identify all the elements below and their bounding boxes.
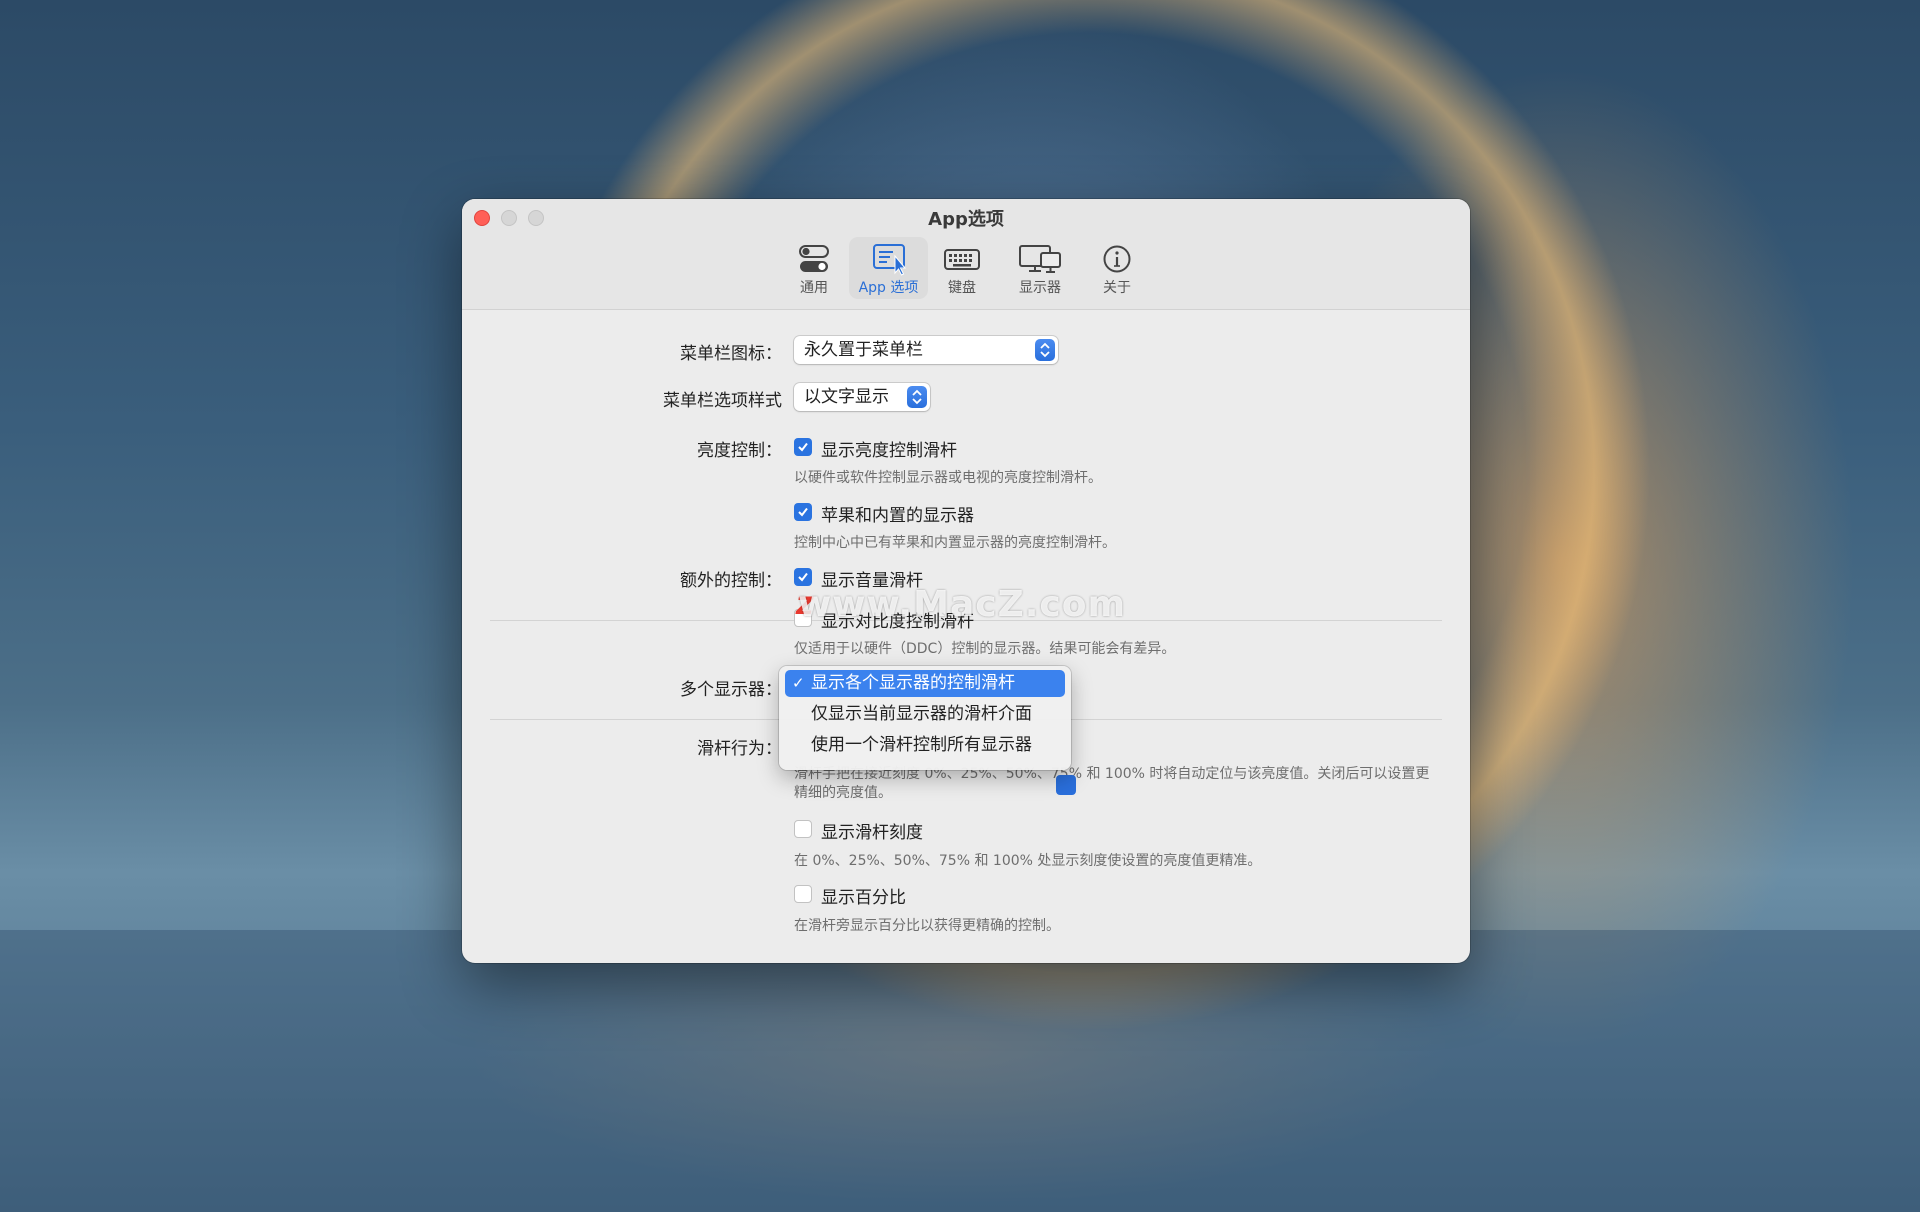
tab-about[interactable]: 关于 bbox=[1084, 237, 1150, 299]
extra-controls-label: 额外的控制： bbox=[680, 571, 782, 591]
menu-item-each-display[interactable]: ✓ 显示各个显示器的控制滑杆 bbox=[785, 670, 1065, 697]
menubar-icon-value: 永久置于菜单栏 bbox=[804, 340, 923, 360]
preferences-toolbar: 通用 App 选项 键盘 显示器 关于 bbox=[462, 237, 1470, 303]
menu-item-single-slider[interactable]: 使用一个滑杆控制所有显示器 bbox=[785, 732, 1065, 759]
show-contrast-slider-desc: 仅适用于以硬件（DDC）控制的显示器。结果可能会有差异。 bbox=[794, 641, 1176, 657]
menu-item-single-slider-label: 使用一个滑杆控制所有显示器 bbox=[811, 735, 1032, 755]
show-brightness-slider-desc: 以硬件或软件控制显示器或电视的亮度控制滑杆。 bbox=[794, 470, 1102, 486]
multi-display-popup-stepper[interactable] bbox=[1056, 775, 1076, 795]
tab-keyboard[interactable]: 键盘 bbox=[929, 237, 995, 299]
settings-content: 菜单栏图标： 永久置于菜单栏 菜单栏选项样式 以文字显示 亮度控制： 显示亮度控… bbox=[462, 310, 1470, 963]
tab-app-options[interactable]: App 选项 bbox=[849, 237, 928, 299]
window-title: App选项 bbox=[928, 209, 1004, 230]
tab-app-options-label: App 选项 bbox=[858, 280, 919, 296]
slider-snap-desc: 滑杆手把在接近刻度 0%、25%、50%、75% 和 100% 时将自动定位与该… bbox=[794, 766, 1430, 801]
popup-stepper-icon bbox=[907, 386, 927, 408]
menu-item-current-display-label: 仅显示当前显示器的滑杆介面 bbox=[811, 704, 1032, 724]
menubar-icon-label: 菜单栏图标： bbox=[680, 344, 782, 364]
checkmark-icon: ✓ bbox=[792, 674, 805, 692]
apple-builtin-label: 苹果和内置的显示器 bbox=[821, 506, 974, 526]
app-options-window: App选项 通用 App 选项 键盘 显示器 关于 菜单栏图标： 永久置于菜单栏… bbox=[462, 199, 1470, 963]
show-slider-ticks-label: 显示滑杆刻度 bbox=[821, 823, 923, 843]
show-slider-ticks-checkbox[interactable] bbox=[794, 820, 812, 838]
tab-about-label: 关于 bbox=[1103, 280, 1131, 296]
menu-item-current-display[interactable]: 仅显示当前显示器的滑杆介面 bbox=[785, 701, 1065, 728]
app-options-icon bbox=[872, 244, 906, 276]
tab-displays[interactable]: 显示器 bbox=[1003, 237, 1077, 299]
show-percentage-desc: 在滑杆旁显示百分比以获得更精确的控制。 bbox=[794, 918, 1060, 934]
info-icon bbox=[1103, 245, 1131, 273]
slider-behavior-label: 滑杆行为： bbox=[697, 739, 782, 759]
brightness-label: 亮度控制： bbox=[697, 441, 782, 461]
title-bar: App选项 通用 App 选项 键盘 显示器 关于 bbox=[462, 199, 1470, 310]
apple-builtin-checkbox[interactable] bbox=[794, 503, 812, 521]
tab-keyboard-label: 键盘 bbox=[948, 280, 976, 296]
menubar-style-label: 菜单栏选项样式 bbox=[663, 391, 782, 411]
watermark-text: www.MacZ.com bbox=[798, 584, 1126, 625]
apple-builtin-desc: 控制中心中已有苹果和内置显示器的亮度控制滑杆。 bbox=[794, 535, 1116, 551]
show-brightness-slider-label: 显示亮度控制滑杆 bbox=[821, 441, 957, 461]
menubar-style-popup[interactable]: 以文字显示 bbox=[794, 383, 930, 411]
show-percentage-checkbox[interactable] bbox=[794, 885, 812, 903]
keyboard-icon bbox=[944, 249, 980, 270]
tab-general-label: 通用 bbox=[800, 280, 828, 296]
show-percentage-label: 显示百分比 bbox=[821, 888, 906, 908]
displays-icon bbox=[1019, 245, 1061, 273]
toggle-switches-icon bbox=[799, 245, 829, 272]
show-slider-ticks-desc: 在 0%、25%、50%、75% 和 100% 处显示刻度使设置的亮度值更精准。 bbox=[794, 853, 1262, 869]
multi-display-menu: ✓ 显示各个显示器的控制滑杆 仅显示当前显示器的滑杆介面 使用一个滑杆控制所有显… bbox=[779, 666, 1071, 770]
popup-stepper-icon bbox=[1035, 339, 1055, 361]
menubar-icon-popup[interactable]: 永久置于菜单栏 bbox=[794, 336, 1058, 364]
tab-displays-label: 显示器 bbox=[1019, 280, 1061, 296]
menu-item-each-display-label: 显示各个显示器的控制滑杆 bbox=[811, 673, 1015, 693]
multi-display-label: 多个显示器： bbox=[680, 680, 782, 700]
show-brightness-slider-checkbox[interactable] bbox=[794, 438, 812, 456]
menubar-style-value: 以文字显示 bbox=[804, 387, 889, 407]
tab-general[interactable]: 通用 bbox=[781, 237, 847, 299]
